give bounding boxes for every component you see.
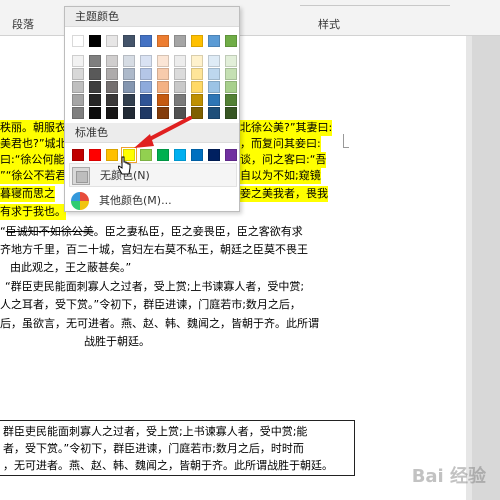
standard-color-swatch[interactable] bbox=[208, 149, 220, 161]
theme-shade-swatch[interactable] bbox=[191, 68, 203, 80]
theme-shade-swatch[interactable] bbox=[106, 94, 118, 106]
theme-shade-swatch[interactable] bbox=[140, 68, 152, 80]
theme-color-swatch[interactable] bbox=[123, 35, 135, 47]
theme-shade-swatch[interactable] bbox=[140, 94, 152, 106]
body-line: 后，虽欲言，无可进者。燕、赵、韩、魏闻之，皆朝于齐。此所谓 bbox=[0, 317, 319, 330]
theme-shade-swatch[interactable] bbox=[140, 81, 152, 93]
more-colors-menu-item[interactable]: 其他颜色(M)... bbox=[69, 189, 237, 213]
theme-color-swatch[interactable] bbox=[191, 35, 203, 47]
theme-color-swatch[interactable] bbox=[174, 35, 186, 47]
box-line: ，无可进者。燕、赵、韩、魏闻之，皆朝于齐。此所谓战胜于朝廷。 bbox=[3, 459, 333, 472]
annotation-arrow-icon bbox=[134, 116, 192, 148]
theme-shade-swatch[interactable] bbox=[106, 107, 118, 119]
theme-shade-swatch[interactable] bbox=[106, 55, 118, 67]
theme-shade-swatch[interactable] bbox=[225, 81, 237, 93]
more-colors-label: 其他颜色(M)... bbox=[99, 194, 172, 207]
theme-shade-swatch[interactable] bbox=[89, 55, 101, 67]
theme-shade-swatch[interactable] bbox=[208, 55, 220, 67]
theme-shade-swatch[interactable] bbox=[157, 81, 169, 93]
theme-shade-swatch[interactable] bbox=[123, 55, 135, 67]
highlighted-line: 有求于我也。 bbox=[0, 204, 66, 220]
body-line: “群臣吏民能面刺寡人之过者，受上赏;上书谏寡人者，受中赏; bbox=[5, 280, 305, 293]
standard-color-swatch[interactable] bbox=[106, 149, 118, 161]
theme-shade-swatch[interactable] bbox=[106, 68, 118, 80]
highlighted-line: 秩丽。朝服衣 bbox=[0, 120, 66, 136]
no-color-menu-item[interactable]: 无颜色(N) bbox=[69, 163, 237, 187]
struck-text: 臣诚知不如徐公美 bbox=[5, 225, 94, 238]
theme-shade-swatch[interactable] bbox=[140, 55, 152, 67]
theme-shade-swatch[interactable] bbox=[72, 81, 84, 93]
theme-shade-swatch[interactable] bbox=[72, 94, 84, 106]
theme-colors-heading: 主题颜色 bbox=[65, 7, 239, 27]
theme-color-swatch[interactable] bbox=[72, 35, 84, 47]
highlighted-line: 妾之美我者，畏我 bbox=[240, 186, 328, 202]
theme-shade-swatch[interactable] bbox=[174, 94, 186, 106]
color-wheel-icon bbox=[71, 192, 89, 210]
theme-shade-swatch[interactable] bbox=[225, 55, 237, 67]
theme-color-swatch[interactable] bbox=[225, 35, 237, 47]
theme-shade-swatch[interactable] bbox=[123, 94, 135, 106]
theme-shade-swatch[interactable] bbox=[225, 94, 237, 106]
page-corner-mark bbox=[343, 134, 349, 148]
theme-shade-swatch[interactable] bbox=[208, 94, 220, 106]
body-line: 战胜于朝廷。 bbox=[84, 335, 150, 348]
theme-shade-swatch[interactable] bbox=[72, 107, 84, 119]
theme-shade-swatch[interactable] bbox=[191, 55, 203, 67]
theme-shade-swatch[interactable] bbox=[208, 68, 220, 80]
theme-color-swatch[interactable] bbox=[140, 35, 152, 47]
body-line: “臣诚知不如徐公美。臣之妻私臣，臣之妾畏臣，臣之客欲有求 bbox=[0, 225, 303, 238]
text-box[interactable]: 群臣吏民能面刺寡人之过者，受上赏;上书谏寡人者，受中赏;能 者，受下赏。”令初下，… bbox=[0, 420, 355, 476]
mouse-cursor-icon bbox=[118, 156, 131, 175]
theme-shade-swatch[interactable] bbox=[157, 68, 169, 80]
highlighted-line: 暮寝而思之 bbox=[0, 186, 55, 202]
paragraph-group-label: 段落 bbox=[12, 18, 34, 31]
theme-color-swatch[interactable] bbox=[89, 35, 101, 47]
highlighted-line: 曰:“徐公何能 bbox=[0, 152, 65, 168]
theme-shade-swatch[interactable] bbox=[174, 81, 186, 93]
body-line: 人之耳者，受下赏。”令初下，群臣进谏，门庭若市;数月之后， bbox=[0, 298, 301, 311]
ribbon-style-gallery-edge bbox=[300, 0, 450, 6]
body-line: 由此观之，王之蔽甚矣。” bbox=[10, 261, 132, 274]
standard-color-swatch[interactable] bbox=[89, 149, 101, 161]
styles-group-label: 样式 bbox=[318, 18, 340, 31]
theme-shade-swatch[interactable] bbox=[157, 55, 169, 67]
theme-shade-swatch[interactable] bbox=[225, 68, 237, 80]
theme-shade-swatch[interactable] bbox=[225, 107, 237, 119]
body-line: 齐地方千里，百二十城，宫妇左右莫不私王，朝廷之臣莫不畏王 bbox=[0, 243, 308, 256]
theme-shade-swatch[interactable] bbox=[72, 68, 84, 80]
theme-shade-swatch[interactable] bbox=[191, 94, 203, 106]
highlighted-line: 美君也?”城北 bbox=[0, 136, 67, 152]
theme-shade-swatch[interactable] bbox=[89, 81, 101, 93]
theme-shade-swatch[interactable] bbox=[123, 81, 135, 93]
standard-color-swatch[interactable] bbox=[72, 149, 84, 161]
no-color-icon bbox=[72, 167, 90, 185]
highlighted-line: 自以为不如;窥镜 bbox=[240, 168, 321, 184]
theme-shade-swatch[interactable] bbox=[208, 107, 220, 119]
highlighted-line: ，而复问其妾曰: bbox=[240, 136, 321, 152]
theme-shade-swatch[interactable] bbox=[191, 81, 203, 93]
highlight-color-dropdown: 主题颜色 标准色 无颜色(N) 其他颜色(M)... bbox=[64, 6, 240, 212]
theme-shade-swatch[interactable] bbox=[174, 68, 186, 80]
theme-color-swatch[interactable] bbox=[157, 35, 169, 47]
standard-color-swatch[interactable] bbox=[225, 149, 237, 161]
theme-shade-swatch[interactable] bbox=[208, 81, 220, 93]
theme-shade-swatch[interactable] bbox=[72, 55, 84, 67]
theme-shade-swatch[interactable] bbox=[157, 94, 169, 106]
theme-color-swatch[interactable] bbox=[208, 35, 220, 47]
highlighted-line: 北徐公美?”其妻曰: bbox=[240, 120, 333, 136]
highlighted-line: 谈，问之客曰:“吾 bbox=[240, 152, 327, 168]
theme-shade-swatch[interactable] bbox=[174, 55, 186, 67]
box-line: 者，受下赏。”令初下，群臣进谏，门庭若市;数月之后，时时而 bbox=[3, 442, 304, 455]
watermark: Bai 经验 bbox=[411, 466, 486, 487]
theme-shade-swatch[interactable] bbox=[106, 81, 118, 93]
box-line: 群臣吏民能面刺寡人之过者，受上赏;上书谏寡人者，受中赏;能 bbox=[3, 425, 308, 438]
theme-shade-swatch[interactable] bbox=[89, 94, 101, 106]
theme-color-swatch[interactable] bbox=[106, 35, 118, 47]
theme-shade-swatch[interactable] bbox=[123, 68, 135, 80]
theme-shade-swatch[interactable] bbox=[89, 107, 101, 119]
document-gutter bbox=[472, 36, 500, 500]
theme-shade-swatch[interactable] bbox=[89, 68, 101, 80]
highlighted-line: ”“徐公不若君 bbox=[0, 168, 67, 184]
